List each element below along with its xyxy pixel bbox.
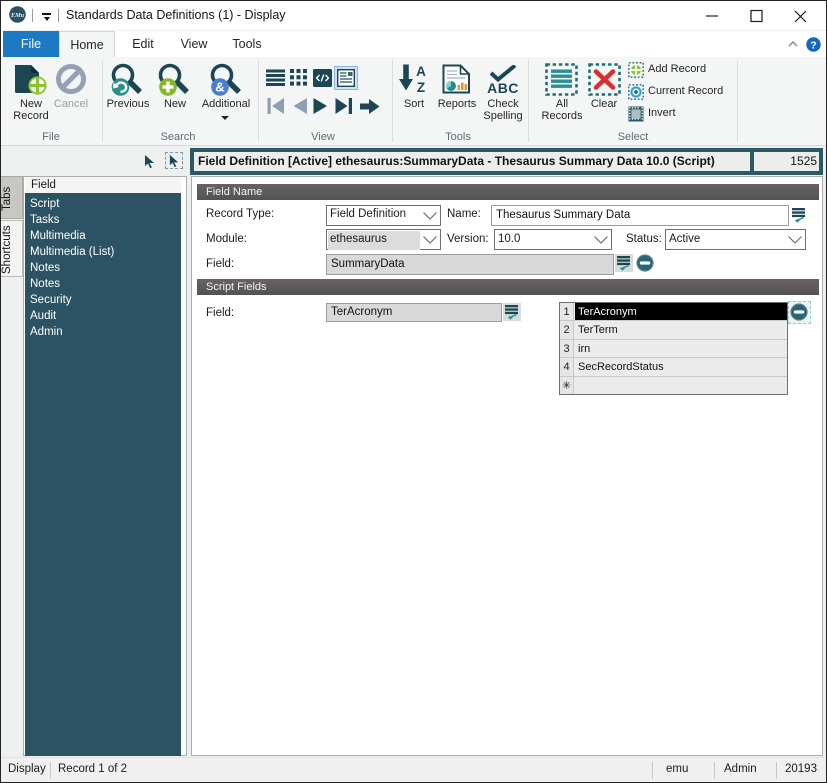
svg-text:ABC: ABC [487, 80, 519, 95]
svg-text:Z: Z [417, 80, 425, 93]
svg-text:?: ? [810, 40, 816, 52]
svg-text:&: & [215, 80, 224, 95]
svg-text:A: A [416, 64, 426, 79]
svg-text:EMu: EMu [10, 12, 25, 19]
